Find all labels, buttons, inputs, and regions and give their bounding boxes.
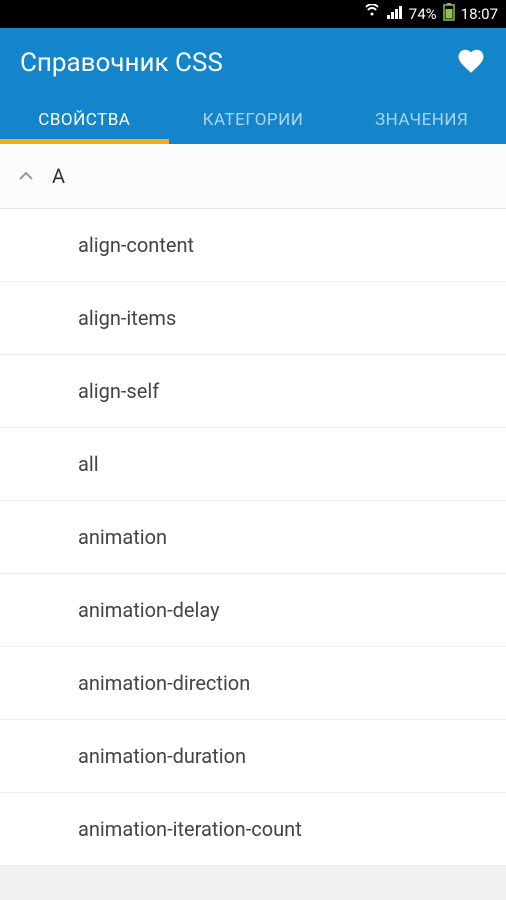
tab-categories[interactable]: КАТЕГОРИИ	[169, 94, 338, 144]
section-letter: A	[52, 164, 65, 188]
page-title: Справочник CSS	[20, 48, 223, 78]
list-item[interactable]: animation-duration	[0, 720, 506, 793]
tabs: СВОЙСТВА КАТЕГОРИИ ЗНАЧЕНИЯ	[0, 94, 506, 144]
status-time: 18:07	[461, 5, 498, 23]
list-item[interactable]: animation-iteration-count	[0, 793, 506, 866]
list-item[interactable]: animation-delay	[0, 574, 506, 647]
chevron-up-icon	[18, 168, 34, 184]
list-item[interactable]: all	[0, 428, 506, 501]
status-bar: 74% 18:07	[0, 0, 506, 28]
list-item[interactable]: align-content	[0, 209, 506, 282]
list-item[interactable]: animation-direction	[0, 647, 506, 720]
list-item[interactable]: animation	[0, 501, 506, 574]
tab-values[interactable]: ЗНАЧЕНИЯ	[337, 94, 506, 144]
section-header-a[interactable]: A	[0, 144, 506, 209]
signal-icon	[387, 5, 403, 23]
content-list[interactable]: A align-content align-items align-self a…	[0, 144, 506, 866]
list-item[interactable]: align-self	[0, 355, 506, 428]
wifi-sync-icon	[363, 4, 381, 24]
battery-percent: 74%	[409, 5, 437, 23]
tab-properties[interactable]: СВОЙСТВА	[0, 94, 169, 144]
battery-icon	[443, 3, 455, 25]
status-icons: 74% 18:07	[363, 3, 498, 25]
favorite-button[interactable]	[456, 46, 486, 80]
app-header: Справочник CSS СВОЙСТВА КАТЕГОРИИ ЗНАЧЕН…	[0, 28, 506, 144]
list-item[interactable]: align-items	[0, 282, 506, 355]
